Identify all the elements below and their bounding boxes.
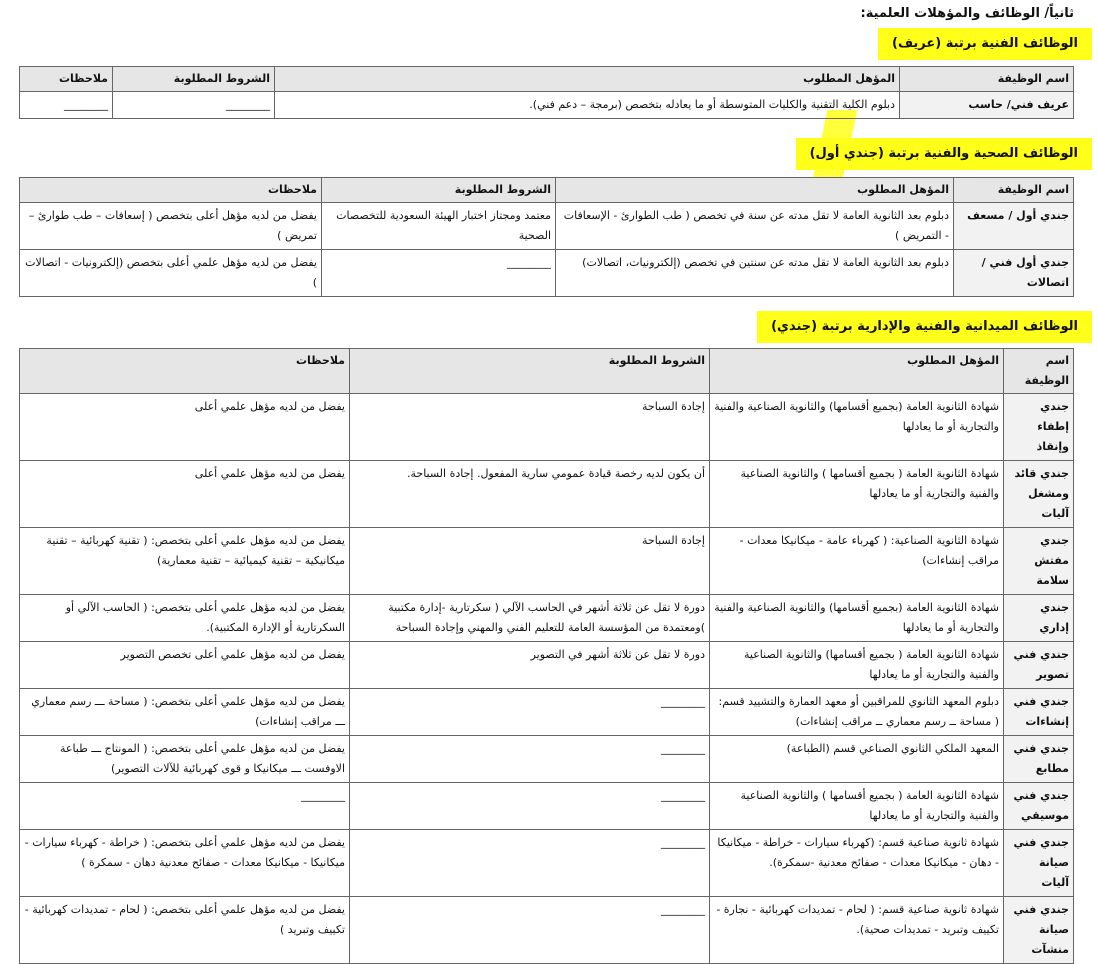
notes-cell: يفضل من لديه مؤهل أعلى بتخصص ( إسعافات –… [19, 202, 322, 250]
conditions-cell: ________ [349, 829, 710, 897]
notes-cell: يفضل من لديه مؤهل علمي أعلى [19, 393, 350, 461]
qualification-cell: شهادة الثانوية العامة ( بجميع أقسامها ) … [709, 782, 1004, 830]
job-name-cell: جندي فني إنشاءات [1003, 688, 1074, 736]
conditions-cell: دورة لا تقل عن ثلاثة أشهر في الحاسب الآل… [349, 594, 710, 642]
qualification-cell: شهادة الثانوية الصناعية: ( كهرباء عامة -… [709, 527, 1004, 595]
table-header-row: اسم الوظيفة المؤهل المطلوب الشروط المطلو… [19, 66, 1074, 92]
notes-cell: يفضل من لديه مؤهل علمي أعلى تخصص التصوير [19, 641, 350, 689]
qualification-cell: دبلوم المعهد الثانوي للمراقبين أو معهد ا… [709, 688, 1004, 736]
job-name-cell: جندي فني تصوير [1003, 641, 1074, 689]
notes-cell: يفضل من لديه مؤهل علمي أعلى بتخصص: ( تقن… [19, 527, 350, 595]
header-notes: ملاحظات [19, 66, 113, 92]
conditions-cell: ________ [321, 249, 556, 297]
header-job-name: اسم الوظيفة [953, 177, 1074, 203]
header-conditions: الشروط المطلوبة [112, 66, 275, 92]
job-name-cell: جندي إداري [1003, 594, 1074, 642]
job-name-cell: جندي فني صيانة منشآت [1003, 896, 1074, 964]
table-first-private: اسم الوظيفة المؤهل المطلوب الشروط المطلو… [19, 177, 1074, 297]
table-header-row: اسم الوظيفة المؤهل المطلوب الشروط المطلو… [19, 348, 1074, 394]
table-header-row: اسم الوظيفة المؤهل المطلوب الشروط المطلو… [19, 177, 1074, 203]
notes-cell: ________ [19, 782, 350, 830]
conditions-cell: معتمد ومجتاز اختبار الهيئة السعودية للتخ… [321, 202, 556, 250]
header-qualification: المؤهل المطلوب [555, 177, 954, 203]
job-name-cell: عريف فني/ حاسب [899, 91, 1074, 119]
notes-cell: ________ [19, 91, 113, 119]
table-row: جندي فني تصوير شهادة الثانوية العامة ( ب… [19, 641, 1074, 689]
table-row: جندي قائد ومشغل آليات شهادة الثانوية الع… [19, 460, 1074, 528]
job-name-cell: جندي أول فني / اتصالات [953, 249, 1074, 297]
table-row: جندي أول فني / اتصالات دبلوم بعد الثانوي… [19, 249, 1074, 297]
qualification-cell: شهادة ثانوية صناعية قسم: (كهرباء سيارات … [709, 829, 1004, 897]
job-name-cell: جندي فني صيانة آليات [1003, 829, 1074, 897]
table-row: جندي مفتش سلامة شهادة الثانوية الصناعية:… [19, 527, 1074, 595]
table-corporal: اسم الوظيفة المؤهل المطلوب الشروط المطلو… [19, 66, 1074, 119]
header-notes: ملاحظات [19, 348, 350, 394]
table-row: جندي فني موسيقي شهادة الثانوية العامة ( … [19, 782, 1074, 830]
job-name-cell: جندي إطفاء وإنقاذ [1003, 393, 1074, 461]
header-conditions: الشروط المطلوبة [349, 348, 710, 394]
header-job-name: اسم الوظيفة [1003, 348, 1074, 394]
qualification-cell: شهادة ثانوية صناعية قسم: ( لحام - تمديدا… [709, 896, 1004, 964]
qualification-cell: دبلوم بعد الثانوية العامة لا تقل مدته عن… [555, 202, 954, 250]
conditions-cell: دورة لا تقل عن ثلاثة أشهر في التصوير [349, 641, 710, 689]
header-job-name: اسم الوظيفة [899, 66, 1074, 92]
conditions-cell: إجادة السباحة [349, 527, 710, 595]
section-title-corporal: الوظائف الفنية برتبة (عريف) [878, 28, 1092, 60]
qualification-cell: شهادة الثانوية العامة ( بجميع أقسامها) و… [709, 641, 1004, 689]
notes-cell: يفضل من لديه مؤهل علمي أعلى بتخصص: ( لحا… [19, 896, 350, 964]
job-name-cell: جندي أول / مسعف [953, 202, 1074, 250]
notes-cell: يفضل من لديه مؤهل علمي أعلى بتخصص: ( الم… [19, 735, 350, 783]
document-page: ثانياً/ الوظائف والمؤهلات العلمية: الوظا… [0, 0, 1098, 964]
header-conditions: الشروط المطلوبة [321, 177, 556, 203]
job-name-cell: جندي مفتش سلامة [1003, 527, 1074, 595]
table-row: جندي فني مطابع المعهد الملكي الثانوي الص… [19, 735, 1074, 783]
header-notes: ملاحظات [19, 177, 322, 203]
table-row: جندي إداري شهادة الثانوية العامة (بجميع … [19, 594, 1074, 642]
qualification-cell: المعهد الملكي الثانوي الصناعي قسم (الطبا… [709, 735, 1004, 783]
table-row: جندي أول / مسعف دبلوم بعد الثانوية العام… [19, 202, 1074, 250]
conditions-cell: ________ [349, 688, 710, 736]
job-name-cell: جندي قائد ومشغل آليات [1003, 460, 1074, 528]
notes-cell: يفضل من لديه مؤهل علمي أعلى بتخصص: ( خرا… [19, 829, 350, 897]
table-row: عريف فني/ حاسب دبلوم الكلية التقنية والك… [19, 91, 1074, 119]
qualification-cell: شهادة الثانوية العامة (بجميع أقسامها) وا… [709, 594, 1004, 642]
conditions-cell: ________ [349, 896, 710, 964]
conditions-cell: ________ [349, 735, 710, 783]
section-title-private: الوظائف الميدانية والفنية والإدارية برتب… [757, 311, 1092, 343]
notes-cell: يفضل من لديه مؤهل علمي أعلى بتخصص (إلكتر… [19, 249, 322, 297]
conditions-cell: أن يكون لديه رخصة قيادة عمومي سارية المف… [349, 460, 710, 528]
table-row: جندي فني صيانة آليات شهادة ثانوية صناعية… [19, 829, 1074, 897]
conditions-cell: ________ [349, 782, 710, 830]
header-qualification: المؤهل المطلوب [274, 66, 900, 92]
job-name-cell: جندي فني موسيقي [1003, 782, 1074, 830]
table-private: اسم الوظيفة المؤهل المطلوب الشروط المطلو… [19, 348, 1074, 964]
header-qualification: المؤهل المطلوب [709, 348, 1004, 394]
section-title-first-private: الوظائف الصحية والفنية برتبة (جندي أول) [795, 138, 1092, 170]
qualification-cell: شهادة الثانوية العامة (بجميع أقسامها) وا… [709, 393, 1004, 461]
notes-cell: يفضل من لديه مؤهل علمي أعلى [19, 460, 350, 528]
table-row: جندي فني صيانة منشآت شهادة ثانوية صناعية… [19, 896, 1074, 964]
qualification-cell: دبلوم بعد الثانوية العامة لا تقل مدته عن… [555, 249, 954, 297]
qualification-cell: دبلوم الكلية التقنية والكليات المتوسطة أ… [274, 91, 900, 119]
notes-cell: يفضل من لديه مؤهل علمي أعلى بتخصص: ( مسا… [19, 688, 350, 736]
page-heading: ثانياً/ الوظائف والمؤهلات العلمية: [860, 6, 1074, 21]
conditions-cell: إجادة السباحة [349, 393, 710, 461]
job-name-cell: جندي فني مطابع [1003, 735, 1074, 783]
notes-cell: يفضل من لديه مؤهل علمي أعلى بتخصص: ( الح… [19, 594, 350, 642]
qualification-cell: شهادة الثانوية العامة ( بجميع أقسامها ) … [709, 460, 1004, 528]
table-row: جندي إطفاء وإنقاذ شهادة الثانوية العامة … [19, 393, 1074, 461]
table-row: جندي فني إنشاءات دبلوم المعهد الثانوي لل… [19, 688, 1074, 736]
conditions-cell: ________ [112, 91, 275, 119]
